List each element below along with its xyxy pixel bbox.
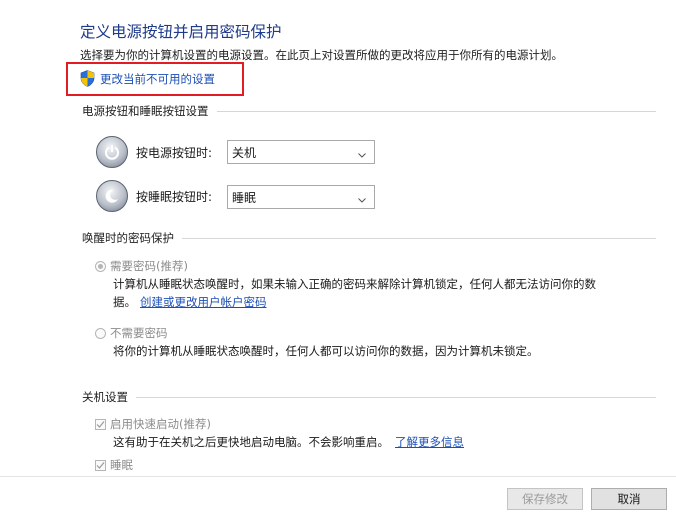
sleep-option-label: 睡眠 [110, 458, 133, 472]
section-heading-label: 唤醒时的密码保护 [82, 231, 174, 245]
checkmark-icon [95, 459, 106, 471]
create-change-password-link[interactable]: 创建或更改用户帐户密码 [140, 293, 267, 311]
cancel-button[interactable]: 取消 [591, 488, 667, 510]
no-password-description: 将你的计算机从睡眠状态唤醒时，任何人都可以访问你的数据，因为计算机未锁定。 [113, 344, 539, 358]
no-password-radio[interactable]: 不需要密码 [95, 325, 168, 341]
sleep-button-label: 按睡眠按钮时: [136, 190, 213, 204]
footer-divider [0, 476, 676, 477]
chevron-down-icon [358, 148, 366, 158]
require-password-desc-line1: 计算机从睡眠状态唤醒时，如果未输入正确的密码来解除计算机锁定，任何人都无法访问你… [113, 277, 596, 291]
fast-startup-checkbox[interactable]: 启用快速启动(推荐) [95, 416, 211, 432]
sleep-icon [96, 180, 128, 212]
power-buttons-section-heading: 电源按钮和睡眠按钮设置 [82, 103, 656, 119]
radio-selected-icon [95, 260, 106, 272]
fast-startup-label: 启用快速启动(推荐) [110, 417, 211, 431]
checkmark-icon [95, 418, 106, 430]
fast-startup-description: 这有助于在关机之后更快地启动电脑。不会影响重启。 了解更多信息 [113, 433, 464, 451]
sleep-button-action-value: 睡眠 [232, 190, 257, 205]
learn-more-link[interactable]: 了解更多信息 [395, 433, 464, 451]
section-heading-label: 电源按钮和睡眠按钮设置 [82, 104, 209, 118]
power-icon [96, 136, 128, 168]
sleep-button-action-select[interactable]: 睡眠 [227, 185, 375, 209]
wake-password-section-heading: 唤醒时的密码保护 [82, 230, 656, 246]
require-password-label: 需要密码(推荐) [110, 259, 188, 273]
radio-unselected-icon [95, 327, 106, 339]
change-unavailable-settings-link[interactable]: 更改当前不可用的设置 [80, 70, 215, 87]
section-divider [136, 396, 656, 398]
power-button-label: 按电源按钮时: [136, 146, 213, 160]
power-button-action-select[interactable]: 关机 [227, 140, 375, 164]
section-divider [216, 110, 656, 112]
sleep-checkbox[interactable]: 睡眠 [95, 457, 133, 473]
require-password-radio[interactable]: 需要密码(推荐) [95, 258, 188, 274]
require-password-description: 计算机从睡眠状态唤醒时，如果未输入正确的密码来解除计算机锁定，任何人都无法访问你… [113, 275, 653, 311]
uac-shield-icon [80, 70, 95, 87]
page-title: 定义电源按钮并启用密码保护 [80, 23, 282, 41]
require-password-desc-line2: 据。 [113, 295, 136, 309]
page-subtitle: 选择要为你的计算机设置的电源设置。在此页上对设置所做的更改将应用于你所有的电源计… [80, 48, 563, 62]
chevron-down-icon [358, 193, 366, 203]
shutdown-settings-section-heading: 关机设置 [82, 389, 656, 405]
change-unavailable-settings-label[interactable]: 更改当前不可用的设置 [100, 71, 215, 87]
power-button-action-value: 关机 [232, 145, 257, 160]
section-divider [182, 237, 656, 239]
fast-startup-desc-text: 这有助于在关机之后更快地启动电脑。不会影响重启。 [113, 435, 389, 449]
save-changes-button[interactable]: 保存修改 [507, 488, 583, 510]
no-password-label: 不需要密码 [110, 326, 168, 340]
section-heading-label: 关机设置 [82, 390, 128, 404]
